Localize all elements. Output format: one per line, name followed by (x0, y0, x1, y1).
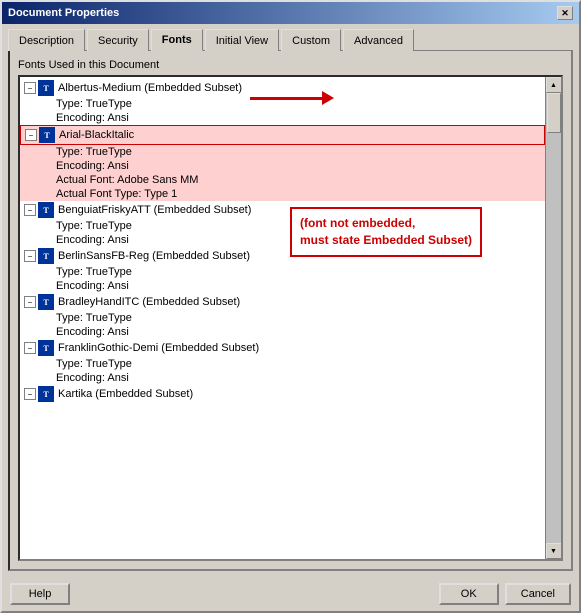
tab-initial-view[interactable]: Initial View (205, 29, 279, 51)
font-detail-4-1: Encoding: Ansi (20, 325, 545, 339)
font-icon-2: T (38, 202, 54, 218)
arrow-line (250, 97, 322, 100)
font-icon-6: T (38, 386, 54, 402)
font-icon-4: T (38, 294, 54, 310)
expand-icon-3[interactable]: − (24, 250, 36, 262)
scrollbar-track[interactable] (546, 93, 562, 543)
font-detail-1-1: Encoding: Ansi (20, 159, 545, 173)
font-detail-1-3: Actual Font Type: Type 1 (20, 187, 545, 201)
annotation-line2: must state Embedded Subset) (300, 232, 472, 249)
help-button[interactable]: Help (10, 583, 70, 605)
font-group-6: − T Kartika (Embedded Subset) (20, 385, 545, 403)
font-name-2: BenguiatFriskyATT (Embedded Subset) (58, 204, 251, 216)
section-label: Fonts Used in this Document (18, 59, 563, 71)
font-name-1: Arial-BlackItalic (59, 129, 134, 141)
font-detail-0-1: Encoding: Ansi (20, 111, 545, 125)
font-entry-5[interactable]: − T FranklinGothic-Demi (Embedded Subset… (20, 339, 545, 357)
tab-bar: Description Security Fonts Initial View … (2, 24, 579, 50)
title-bar: Document Properties ✕ (2, 2, 579, 24)
expand-icon-1[interactable]: − (25, 129, 37, 141)
font-name-3: BerlinSansFB-Reg (Embedded Subset) (58, 250, 250, 262)
cancel-button[interactable]: Cancel (505, 583, 571, 605)
tab-advanced[interactable]: Advanced (343, 29, 414, 51)
font-group-5: − T FranklinGothic-Demi (Embedded Subset… (20, 339, 545, 385)
expand-icon-5[interactable]: − (24, 342, 36, 354)
font-icon-1: T (39, 127, 55, 143)
scrollbar-thumb[interactable] (547, 93, 561, 133)
tab-fonts[interactable]: Fonts (151, 29, 203, 51)
tab-content-fonts: Fonts Used in this Document − T Albertus… (8, 50, 573, 571)
scrollbar: ▲ ▼ (545, 77, 561, 559)
annotation-arrow (250, 91, 334, 105)
font-detail-1-2: Actual Font: Adobe Sans MM (20, 173, 545, 187)
fonts-list[interactable]: − T Albertus-Medium (Embedded Subset) Ty… (20, 77, 545, 559)
tab-security[interactable]: Security (87, 29, 149, 51)
font-detail-5-1: Encoding: Ansi (20, 371, 545, 385)
font-name-6: Kartika (Embedded Subset) (58, 388, 193, 400)
font-detail-3-1: Encoding: Ansi (20, 279, 545, 293)
font-detail-1-0: Type: TrueType (20, 145, 545, 159)
tab-custom[interactable]: Custom (281, 29, 341, 51)
expand-icon-0[interactable]: − (24, 82, 36, 94)
annotation-box: (font not embedded, must state Embedded … (290, 207, 482, 257)
font-entry-6[interactable]: − T Kartika (Embedded Subset) (20, 385, 545, 403)
font-group-1: − T Arial-BlackItalic Type: TrueType Enc… (20, 125, 545, 201)
font-group-4: − T BradleyHandITC (Embedded Subset) Typ… (20, 293, 545, 339)
document-properties-window: Document Properties ✕ Description Securi… (0, 0, 581, 613)
scrollbar-up-button[interactable]: ▲ (546, 77, 562, 93)
font-detail-5-0: Type: TrueType (20, 357, 545, 371)
expand-icon-4[interactable]: − (24, 296, 36, 308)
font-detail-4-0: Type: TrueType (20, 311, 545, 325)
ok-button[interactable]: OK (439, 583, 499, 605)
font-name-0: Albertus-Medium (Embedded Subset) (58, 82, 242, 94)
expand-icon-6[interactable]: − (24, 388, 36, 400)
annotation-line1: (font not embedded, (300, 215, 472, 232)
font-entry-1[interactable]: − T Arial-BlackItalic (20, 125, 545, 145)
font-icon-3: T (38, 248, 54, 264)
fonts-container: − T Albertus-Medium (Embedded Subset) Ty… (18, 75, 563, 561)
bottom-bar: Help OK Cancel (2, 577, 579, 611)
expand-icon-2[interactable]: − (24, 204, 36, 216)
font-icon-0: T (38, 80, 54, 96)
font-icon-5: T (38, 340, 54, 356)
font-name-5: FranklinGothic-Demi (Embedded Subset) (58, 342, 259, 354)
font-detail-3-0: Type: TrueType (20, 265, 545, 279)
ok-cancel-group: OK Cancel (439, 583, 571, 605)
font-entry-4[interactable]: − T BradleyHandITC (Embedded Subset) (20, 293, 545, 311)
font-name-4: BradleyHandITC (Embedded Subset) (58, 296, 240, 308)
tab-description[interactable]: Description (8, 29, 85, 51)
scrollbar-down-button[interactable]: ▼ (546, 543, 562, 559)
window-title: Document Properties (8, 7, 119, 19)
arrow-head (322, 91, 334, 105)
close-button[interactable]: ✕ (557, 6, 573, 20)
